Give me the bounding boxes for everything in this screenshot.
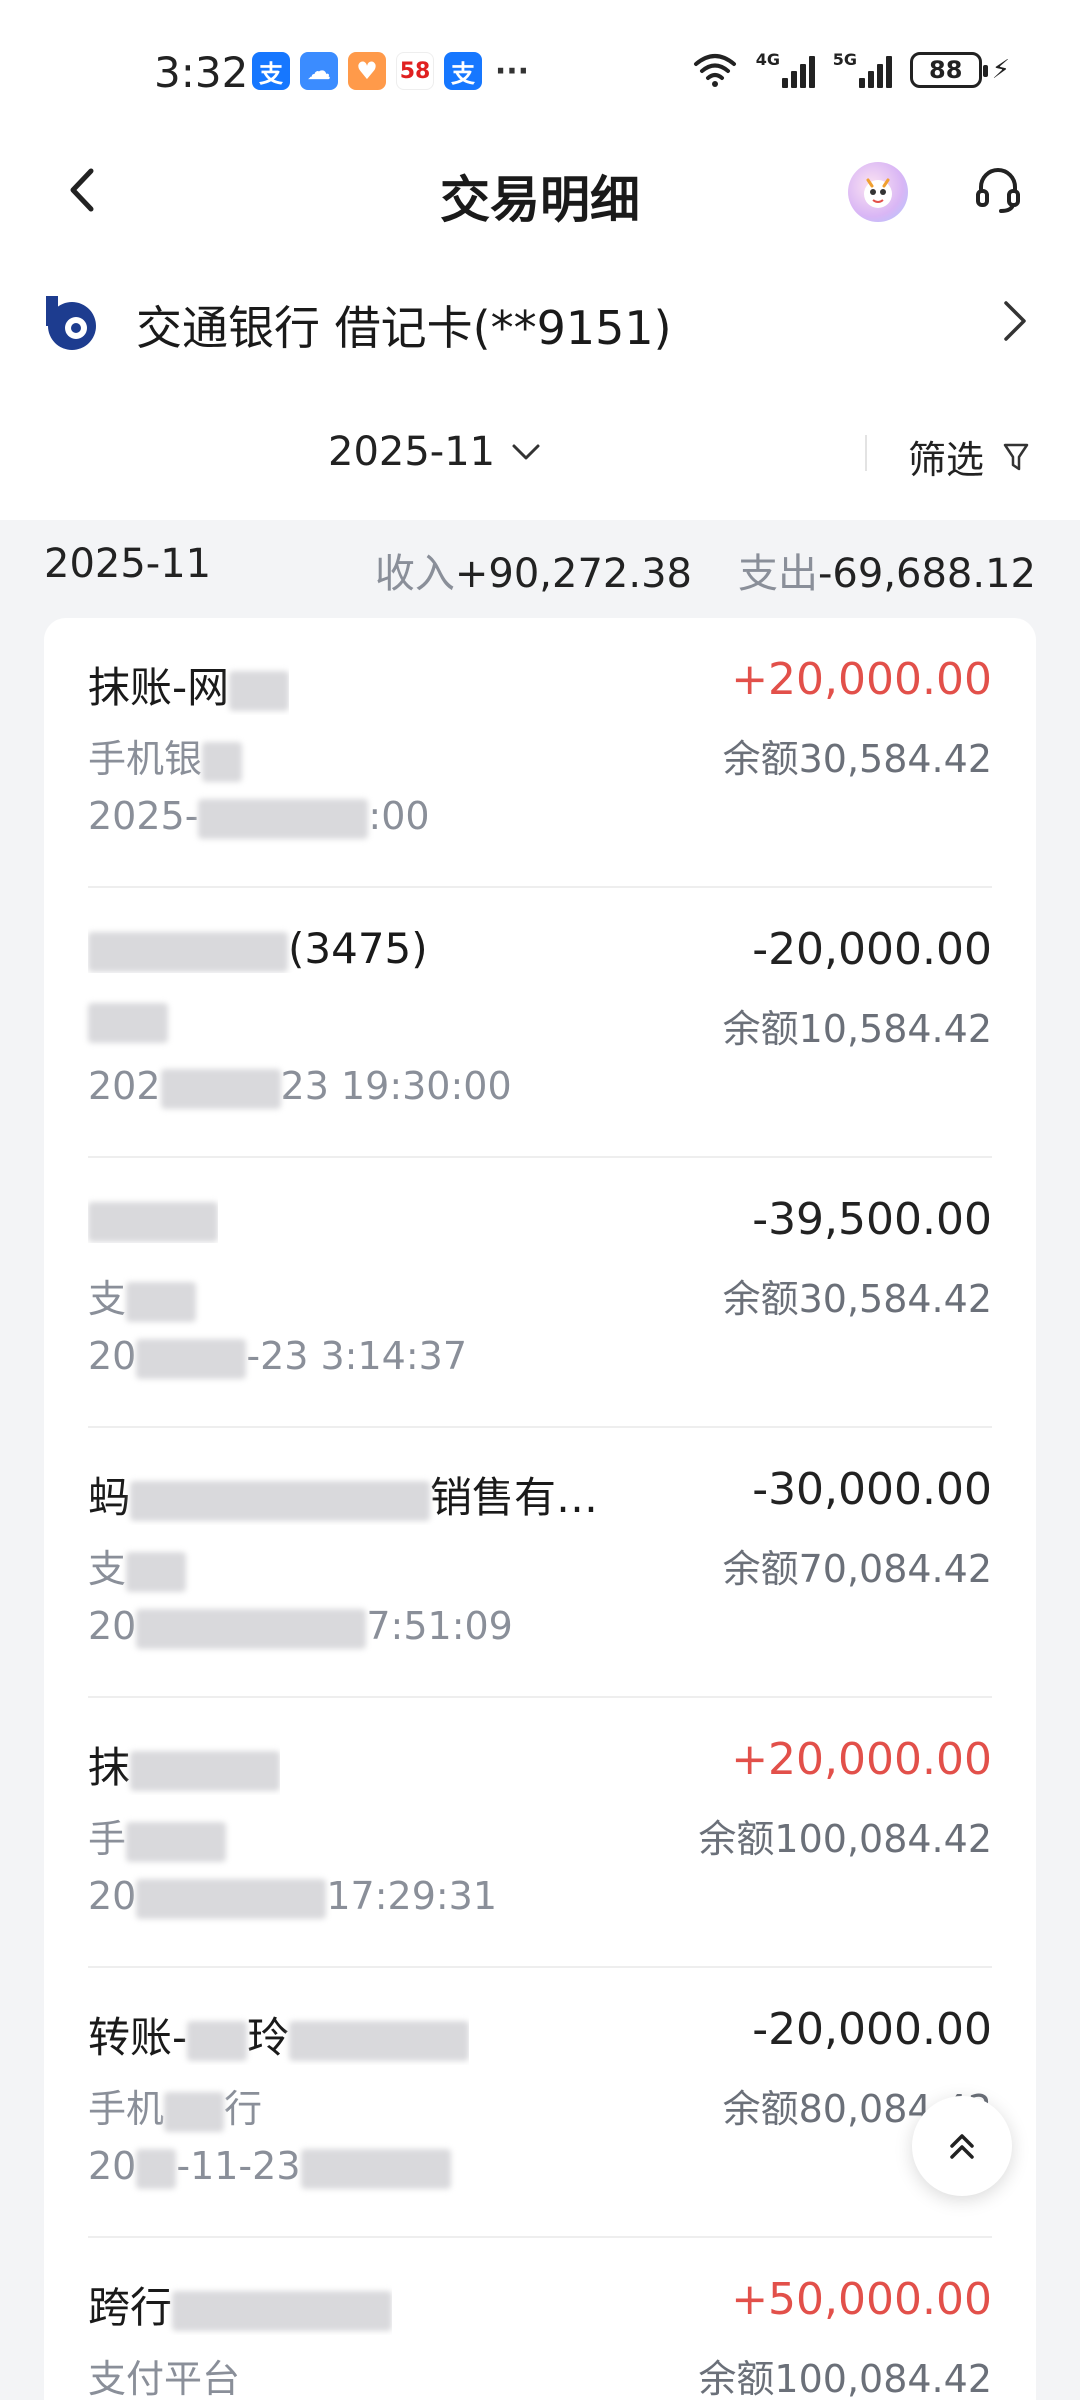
chevron-right-icon [1004, 301, 1026, 341]
transaction-name: (3475) [88, 924, 428, 973]
customer-service-button[interactable] [968, 160, 1028, 220]
transaction-amount: +50,000.00 [731, 2274, 992, 2325]
transaction-amount: -30,000.00 [752, 1464, 992, 1515]
transaction-name: 蚂销售有… [88, 1473, 599, 1522]
health-icon: ♥ [348, 52, 386, 90]
transaction-time: 202 23 19:30:00 [88, 1064, 512, 1109]
signal-4g-label: 4G [755, 50, 780, 69]
transaction-channel: 手机银 [88, 728, 243, 783]
transaction-name: 抹账-网 [88, 654, 290, 715]
transaction-amount: +20,000.00 [731, 1734, 992, 1785]
transaction-item[interactable]: 蚂销售有… -30,000.00 支 余额70,084.42 20 7:51:09 [44, 1428, 1036, 1698]
transaction-channel [88, 998, 168, 1043]
income-label: 收入 [374, 551, 455, 597]
wifi-icon [693, 54, 736, 87]
transaction-amount: -39,500.00 [752, 1194, 992, 1245]
transaction-balance: 余额30,584.42 [722, 1277, 992, 1321]
transaction-channel: 手机行 [88, 2087, 263, 2132]
divider [865, 435, 867, 471]
page-title: 交易明细 [440, 171, 640, 229]
transaction-balance: 余额70,084.42 [722, 1547, 992, 1591]
transaction-item[interactable]: 转账- 玲 -20,000.00 手机行 余额80,084.42 20 -11-23 [44, 1968, 1036, 2238]
title-bar: 交易明细 [0, 140, 1080, 240]
expense-label: 支出 [737, 551, 818, 597]
transaction-time: 2025-:00 [88, 794, 430, 839]
transaction-list: 抹账-网 +20,000.00 手机银 余额30,584.42 2025-:00… [44, 618, 1036, 2400]
transaction-balance: 余额100,084.42 [698, 1817, 992, 1861]
signal-5g-label: 5G [832, 50, 857, 69]
expense-summary: 支出-69,688.12 [738, 541, 1036, 599]
58-app-icon: 58 [396, 52, 434, 90]
income-summary: 收入+90,272.38 [375, 541, 692, 599]
cloud-icon: ☁ [300, 52, 338, 90]
income-total: +90,272.38 [454, 551, 692, 597]
transaction-balance: 余额100,084.42 [698, 2357, 992, 2400]
status-bar: 3:32 支 ☁ ♥ 58 支 ··· 4G 5G 88 ⚡ [0, 36, 1080, 108]
transaction-channel: 支 [88, 1538, 187, 1593]
status-time: 3:32 [154, 48, 249, 97]
transaction-time: 20 -23 3:14:37 [88, 1334, 467, 1379]
transaction-item[interactable]: (3475) -20,000.00 余额10,584.42 202 23 19:3… [44, 888, 1036, 1158]
account-arrow[interactable] [990, 296, 1040, 346]
transaction-balance: 余额10,584.42 [722, 1007, 992, 1051]
transaction-channel: 手 [88, 1808, 227, 1863]
transaction-time: 20 -11-23 [88, 2144, 451, 2189]
signal-4g-icon: 4G [755, 50, 815, 88]
chevron-down-icon [512, 444, 540, 460]
transaction-amount: -20,000.00 [752, 924, 992, 975]
alipay-icon: 支 [252, 52, 290, 90]
bank-logo-icon [46, 296, 96, 350]
headset-icon [976, 168, 1020, 213]
battery-icon: 88 [909, 52, 988, 88]
funnel-icon [1003, 443, 1029, 470]
monthly-summary: 2025-11 收入+90,272.38 支出-69,688.12 [0, 535, 1080, 597]
account-name: 交通银行 借记卡(**9151) [136, 301, 672, 355]
charging-icon: ⚡ [991, 55, 1010, 85]
transaction-channel: 支付平台 [88, 2357, 241, 2400]
transaction-item[interactable]: -39,500.00 支 余额30,584.42 20 -23 3:14:37 [44, 1158, 1036, 1428]
month-picker-label: 2025-11 [328, 429, 496, 475]
transaction-channel: 支 [88, 1268, 197, 1323]
system-icons: 4G 5G 88 ⚡ [692, 50, 1010, 88]
transaction-time: 20 7:51:09 [88, 1604, 513, 1649]
double-chevron-up-icon [950, 2134, 974, 2159]
scroll-to-top-button[interactable] [912, 2096, 1012, 2196]
transaction-name [88, 1194, 218, 1243]
more-icon: ··· [494, 53, 530, 89]
transaction-name: 跨行 [88, 2274, 393, 2335]
transaction-name: 抹 [88, 1734, 281, 1795]
transaction-amount: +20,000.00 [731, 654, 992, 705]
notification-icons: 支 ☁ ♥ 58 支 ··· [252, 52, 532, 90]
account-selector[interactable]: 交通银行 借记卡(**9151) [0, 270, 1080, 370]
alipay-icon: 支 [444, 52, 482, 90]
mascot-avatar-icon[interactable] [848, 162, 908, 222]
transaction-amount: -20,000.00 [752, 2004, 992, 2055]
expense-total: -69,688.12 [817, 551, 1036, 597]
filter-button[interactable]: 筛选 [908, 429, 1030, 484]
signal-5g-icon: 5G [832, 50, 892, 88]
filter-label: 筛选 [908, 438, 985, 482]
transaction-item[interactable]: 抹账-网 +20,000.00 手机银 余额30,584.42 2025-:00 [44, 618, 1036, 888]
month-filter-bar: 2025-11 筛选 [0, 415, 1080, 495]
transaction-time: 20 17:29:31 [88, 1874, 498, 1919]
month-picker[interactable]: 2025-11 [328, 429, 541, 475]
transaction-name: 转账- 玲 [88, 2004, 470, 2065]
transaction-balance: 余额30,584.42 [722, 737, 992, 781]
summary-month: 2025-11 [44, 541, 212, 587]
summary-totals: 收入+90,272.38 支出-69,688.12 [375, 541, 1036, 599]
transaction-item[interactable]: 跨行 +50,000.00 支付平台 余额100,084.42 [44, 2238, 1036, 2400]
transaction-item[interactable]: 抹 +20,000.00 手 余额100,084.42 20 17:29:31 [44, 1698, 1036, 1968]
